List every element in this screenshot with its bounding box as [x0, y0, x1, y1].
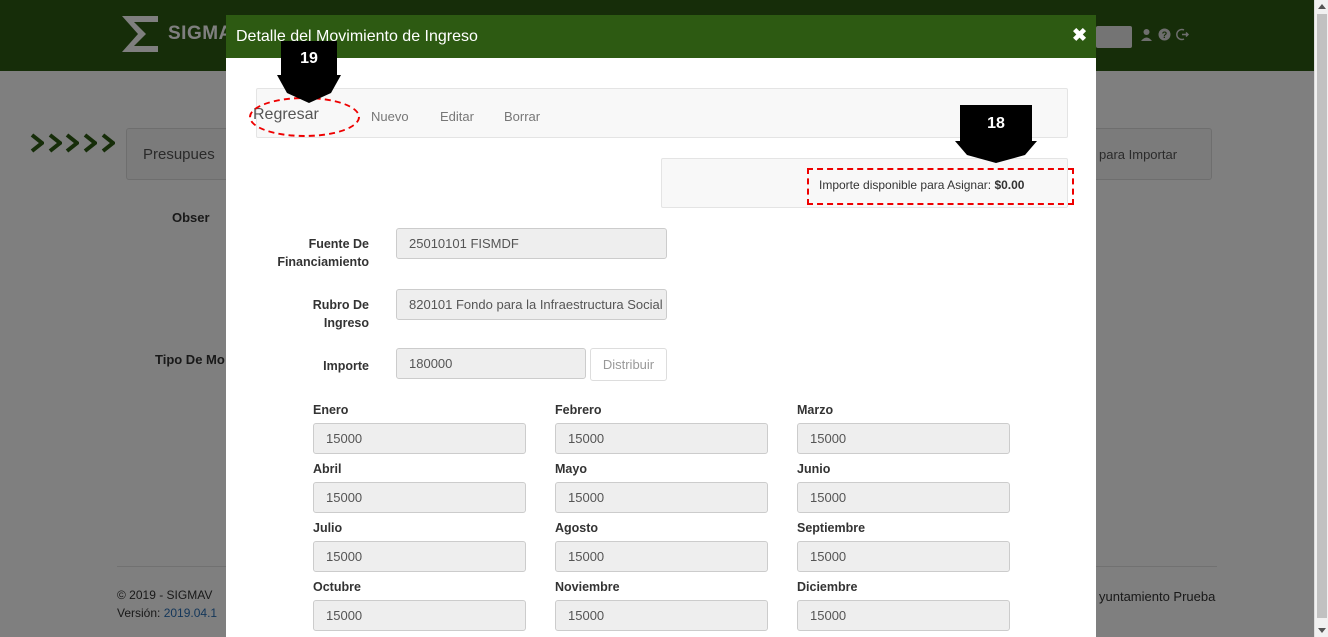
rubro-field[interactable]: 820101 Fondo para la Infraestructura Soc…: [396, 289, 667, 320]
rubro-label-line2: Ingreso: [323, 316, 369, 330]
fuente-label-line2: Financiamiento: [277, 255, 369, 269]
rubro-label-line1: Rubro De: [312, 298, 369, 312]
distribuir-button[interactable]: Distribuir: [590, 348, 667, 381]
month-label-enero: Enero: [313, 403, 349, 417]
fuente-label-line1: Fuente De: [308, 237, 369, 251]
month-label-junio: Junio: [797, 462, 831, 476]
month-label-noviembre: Noviembre: [555, 580, 620, 594]
month-label-julio: Julio: [313, 521, 343, 535]
fuente-field[interactable]: 25010101 FISMDF: [396, 228, 667, 259]
annotation-rect-importe: [807, 168, 1074, 205]
month-label-septiembre: Septiembre: [797, 521, 866, 535]
callout-18: 18: [960, 105, 1032, 143]
callout-19-arrow: [277, 75, 341, 103]
fuente-label: Fuente De Financiamiento: [266, 235, 369, 271]
nuevo-button[interactable]: Nuevo: [371, 109, 409, 124]
borrar-button[interactable]: Borrar: [504, 109, 540, 124]
rubro-label: Rubro De Ingreso: [266, 296, 369, 332]
month-field-septiembre[interactable]: 15000: [797, 541, 1010, 572]
month-field-julio[interactable]: 15000: [313, 541, 526, 572]
scroll-up-icon[interactable]: [1318, 4, 1326, 9]
page-scrollbar[interactable]: [1314, 0, 1328, 637]
month-label-agosto: Agosto: [555, 521, 599, 535]
importe-label: Importe: [323, 359, 369, 373]
scroll-down-icon[interactable]: [1318, 628, 1326, 633]
close-icon[interactable]: ✖: [1072, 25, 1087, 46]
month-label-marzo: Marzo: [797, 403, 834, 417]
month-field-marzo[interactable]: 15000: [797, 423, 1010, 454]
month-field-noviembre[interactable]: 15000: [555, 600, 768, 631]
detalle-movimiento-modal: Detalle del Movimiento de Ingreso ✖ Regr…: [226, 15, 1096, 637]
month-field-enero[interactable]: 15000: [313, 423, 526, 454]
month-field-junio[interactable]: 15000: [797, 482, 1010, 513]
month-field-octubre[interactable]: 15000: [313, 600, 526, 631]
month-field-mayo[interactable]: 15000: [555, 482, 768, 513]
month-label-diciembre: Diciembre: [797, 580, 858, 594]
month-field-diciembre[interactable]: 15000: [797, 600, 1010, 631]
modal-header: Detalle del Movimiento de Ingreso ✖: [226, 15, 1096, 58]
callout-18-arrow: [955, 141, 1037, 163]
editar-button[interactable]: Editar: [440, 109, 474, 124]
month-label-febrero: Febrero: [555, 403, 602, 417]
month-field-febrero[interactable]: 15000: [555, 423, 768, 454]
callout-19: 19: [281, 41, 337, 77]
month-label-octubre: Octubre: [313, 580, 361, 594]
importe-field[interactable]: 180000: [396, 348, 586, 379]
modal-title: Detalle del Movimiento de Ingreso: [236, 28, 478, 45]
month-label-abril: Abril: [313, 462, 342, 476]
month-field-abril[interactable]: 15000: [313, 482, 526, 513]
scrollbar-thumb[interactable]: [1317, 14, 1327, 618]
month-field-agosto[interactable]: 15000: [555, 541, 768, 572]
month-label-mayo: Mayo: [555, 462, 587, 476]
